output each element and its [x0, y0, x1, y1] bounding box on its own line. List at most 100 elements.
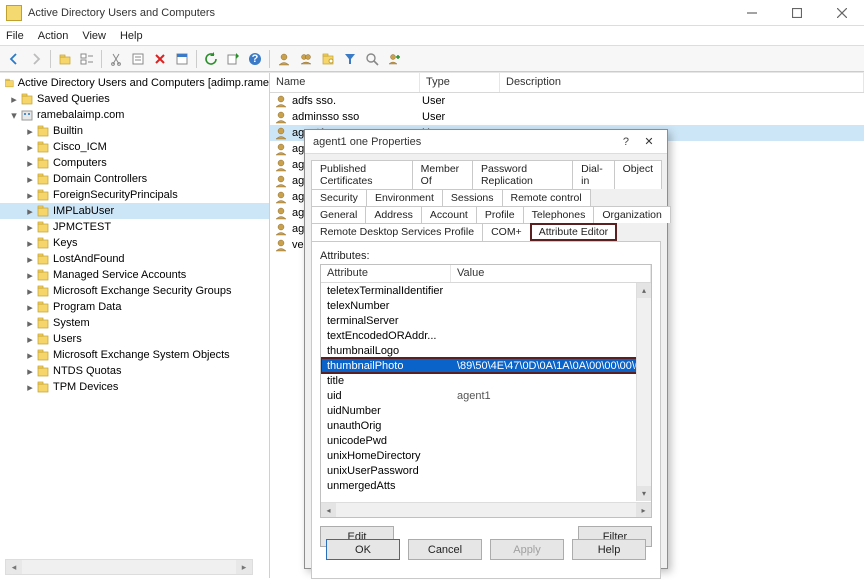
- menu-help[interactable]: Help: [120, 30, 143, 42]
- attr-row[interactable]: thumbnailPhoto\89\50\4E\47\0D\0A\1A\0A\0…: [321, 358, 651, 373]
- tab-organization[interactable]: Organization: [593, 206, 671, 223]
- tab-member-of[interactable]: Member Of: [412, 160, 473, 189]
- attr-row[interactable]: terminalServer: [321, 313, 651, 328]
- ok-button[interactable]: OK: [326, 539, 400, 560]
- filter-icon[interactable]: [340, 49, 360, 69]
- properties-button[interactable]: [172, 49, 192, 69]
- expand-icon[interactable]: ▸: [24, 381, 36, 394]
- tab-general[interactable]: General: [311, 206, 366, 223]
- expand-icon[interactable]: ▸: [24, 365, 36, 378]
- tab-environment[interactable]: Environment: [366, 189, 443, 206]
- attr-row[interactable]: title: [321, 373, 651, 388]
- col-type[interactable]: Type: [420, 73, 500, 92]
- dialog-close-button[interactable]: ✕: [639, 135, 659, 148]
- col-desc[interactable]: Description: [500, 73, 864, 92]
- up-button[interactable]: [55, 49, 75, 69]
- attr-col-value[interactable]: Value: [451, 265, 651, 282]
- tab-object[interactable]: Object: [614, 160, 662, 189]
- expand-icon[interactable]: ▸: [24, 141, 36, 154]
- tree-item[interactable]: ▸LostAndFound: [0, 251, 269, 267]
- tree-item[interactable]: ▸Keys: [0, 235, 269, 251]
- tree-item[interactable]: ▸NTDS Quotas: [0, 363, 269, 379]
- tab-com-[interactable]: COM+: [482, 223, 531, 241]
- tree-root[interactable]: Active Directory Users and Computers [ad…: [0, 75, 269, 91]
- tree-item[interactable]: ▸Program Data: [0, 299, 269, 315]
- attr-row[interactable]: uidagent1: [321, 388, 651, 403]
- menu-file[interactable]: File: [6, 30, 24, 42]
- tree-item[interactable]: ▸Managed Service Accounts: [0, 267, 269, 283]
- scroll-up-icon[interactable]: ▴: [637, 283, 651, 298]
- tab-attribute-editor[interactable]: Attribute Editor: [530, 223, 617, 241]
- expand-icon[interactable]: ▸: [24, 221, 36, 234]
- tab-dial-in[interactable]: Dial-in: [572, 160, 615, 189]
- apply-button[interactable]: Apply: [490, 539, 564, 560]
- cancel-button[interactable]: Cancel: [408, 539, 482, 560]
- tree-item[interactable]: ▸Microsoft Exchange System Objects: [0, 347, 269, 363]
- list-row[interactable]: adfs sso.User: [270, 93, 864, 109]
- new-ou-icon[interactable]: [318, 49, 338, 69]
- tree-item[interactable]: ▸ForeignSecurityPrincipals: [0, 187, 269, 203]
- show-hide-button[interactable]: [77, 49, 97, 69]
- tree-hscrollbar[interactable]: ◂ ▸: [5, 559, 253, 575]
- tab-security[interactable]: Security: [311, 189, 367, 206]
- cut-icon[interactable]: [106, 49, 126, 69]
- attr-row[interactable]: teletexTerminalIdentifier: [321, 283, 651, 298]
- tree-item[interactable]: ▸Users: [0, 331, 269, 347]
- tab-sessions[interactable]: Sessions: [442, 189, 503, 206]
- expand-icon[interactable]: ▸: [24, 157, 36, 170]
- attr-row[interactable]: unixHomeDirectory: [321, 448, 651, 463]
- tree-item[interactable]: ▸TPM Devices: [0, 379, 269, 395]
- expand-icon[interactable]: ▸: [24, 253, 36, 266]
- expand-icon[interactable]: ▸: [8, 93, 20, 106]
- tree-pane[interactable]: Active Directory Users and Computers [ad…: [0, 73, 270, 578]
- export-icon[interactable]: [223, 49, 243, 69]
- minimize-button[interactable]: [729, 0, 774, 26]
- col-name[interactable]: Name: [270, 73, 420, 92]
- list-row[interactable]: adminsso ssoUser: [270, 109, 864, 125]
- tree-domain[interactable]: ▾ ramebalaimp.com: [0, 107, 269, 123]
- expand-icon[interactable]: ▸: [24, 125, 36, 138]
- find-icon[interactable]: [362, 49, 382, 69]
- collapse-icon[interactable]: ▾: [8, 109, 20, 122]
- tab-profile[interactable]: Profile: [476, 206, 524, 223]
- tree-item[interactable]: ▸Computers: [0, 155, 269, 171]
- attr-row[interactable]: unixUserPassword: [321, 463, 651, 478]
- delete-button[interactable]: [150, 49, 170, 69]
- add-to-group-icon[interactable]: [384, 49, 404, 69]
- attr-vscrollbar[interactable]: ▴ ▾: [636, 283, 651, 501]
- expand-icon[interactable]: ▸: [24, 237, 36, 250]
- attr-hscrollbar[interactable]: ◂ ▸: [321, 502, 651, 517]
- expand-icon[interactable]: ▸: [24, 189, 36, 202]
- help-button[interactable]: ?: [245, 49, 265, 69]
- expand-icon[interactable]: ▸: [24, 173, 36, 186]
- properties-icon[interactable]: [128, 49, 148, 69]
- tab-account[interactable]: Account: [421, 206, 477, 223]
- tree-item[interactable]: ▸Builtin: [0, 123, 269, 139]
- attr-row[interactable]: thumbnailLogo: [321, 343, 651, 358]
- expand-icon[interactable]: ▸: [24, 205, 36, 218]
- attr-row[interactable]: textEncodedORAddr...: [321, 328, 651, 343]
- tree-item[interactable]: ▸JPMCTEST: [0, 219, 269, 235]
- new-user-icon[interactable]: [274, 49, 294, 69]
- attr-row[interactable]: unauthOrig: [321, 418, 651, 433]
- help-button[interactable]: Help: [572, 539, 646, 560]
- refresh-button[interactable]: [201, 49, 221, 69]
- tab-telephones[interactable]: Telephones: [523, 206, 595, 223]
- tab-remote-desktop-services-profile[interactable]: Remote Desktop Services Profile: [311, 223, 483, 241]
- menu-action[interactable]: Action: [38, 30, 69, 42]
- maximize-button[interactable]: [774, 0, 819, 26]
- expand-icon[interactable]: ▸: [24, 333, 36, 346]
- close-button[interactable]: [819, 0, 864, 26]
- tree-item[interactable]: ▸Domain Controllers: [0, 171, 269, 187]
- attr-row[interactable]: uidNumber: [321, 403, 651, 418]
- expand-icon[interactable]: ▸: [24, 317, 36, 330]
- tree-item[interactable]: ▸Microsoft Exchange Security Groups: [0, 283, 269, 299]
- scroll-right-icon[interactable]: ▸: [636, 503, 651, 517]
- expand-icon[interactable]: ▸: [24, 285, 36, 298]
- tree-item[interactable]: ▸System: [0, 315, 269, 331]
- scroll-right-icon[interactable]: ▸: [236, 560, 252, 574]
- forward-button[interactable]: [26, 49, 46, 69]
- attr-row[interactable]: unicodePwd: [321, 433, 651, 448]
- scroll-down-icon[interactable]: ▾: [637, 486, 651, 501]
- scroll-left-icon[interactable]: ◂: [321, 503, 336, 517]
